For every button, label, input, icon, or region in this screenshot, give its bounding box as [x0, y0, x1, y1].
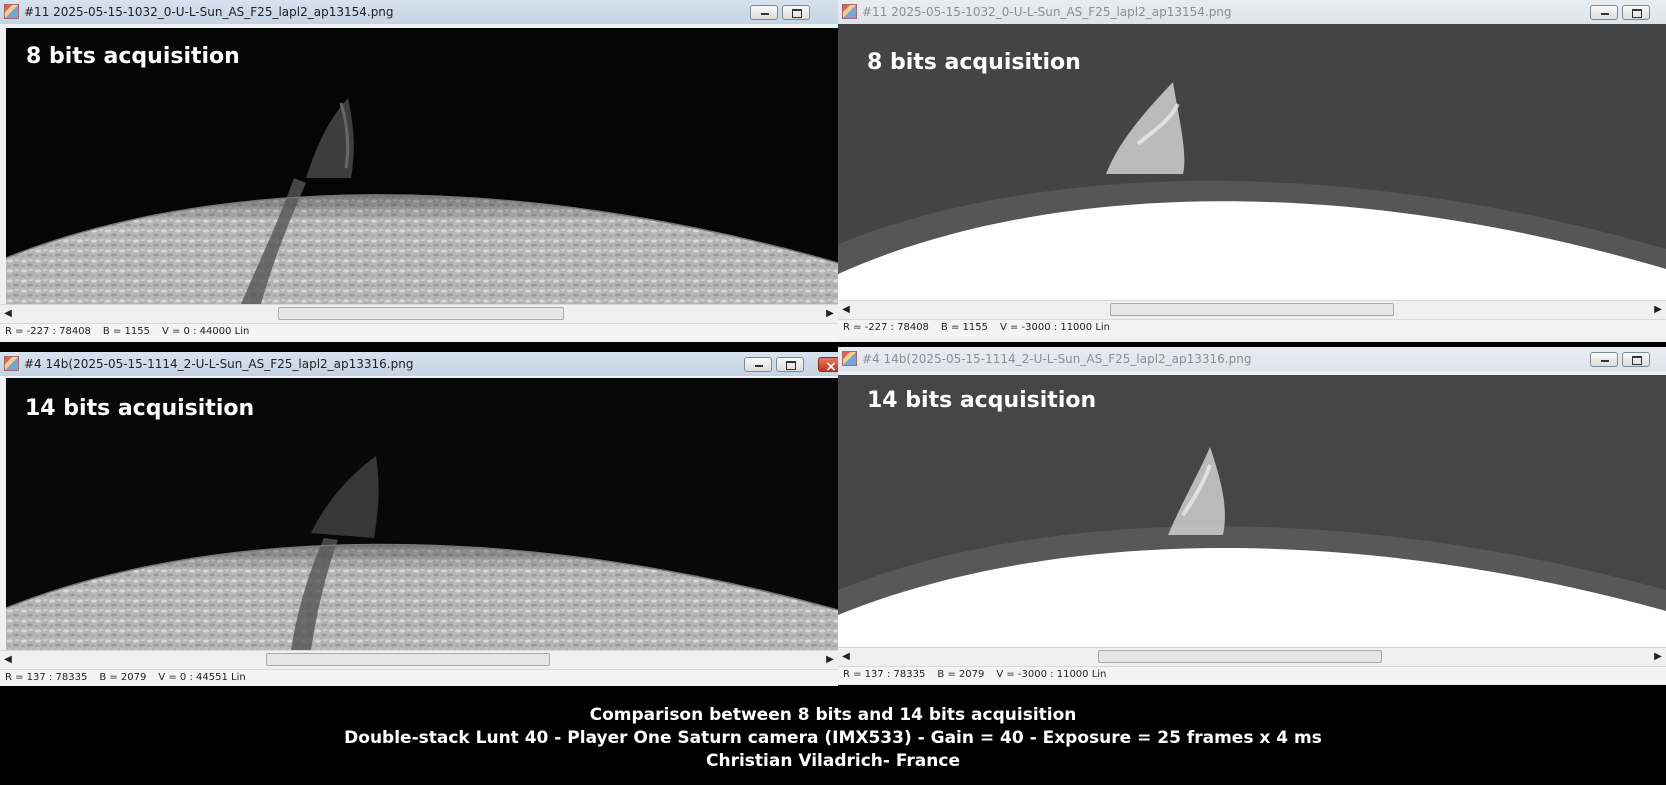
- image-window-top-left: #11 2025-05-15-1032_0-U-L-Sun_AS_F25_lap…: [0, 0, 838, 342]
- arrow-left-icon[interactable]: ◀: [838, 648, 854, 666]
- arrow-left-icon[interactable]: ◀: [0, 305, 16, 323]
- horizontal-scrollbar[interactable]: ◀ ▶: [838, 300, 1666, 319]
- acquisition-label: 8 bits acquisition: [26, 44, 240, 69]
- status-visualization: V = 0 : 44551 Lin: [158, 672, 246, 683]
- scroll-thumb[interactable]: [278, 307, 564, 320]
- status-background: B = 2079: [937, 669, 985, 680]
- image-window-icon: [4, 4, 19, 19]
- maximize-button[interactable]: [776, 357, 804, 372]
- status-range: R = -227 : 78408: [843, 322, 929, 333]
- status-bar: R = -227 : 78408 B = 1155 V = 0 : 44000 Li…: [0, 323, 838, 340]
- minimize-button[interactable]: [1590, 5, 1618, 20]
- scroll-thumb[interactable]: [266, 653, 550, 666]
- scroll-thumb[interactable]: [1098, 650, 1382, 663]
- window-titlebar[interactable]: #11 2025-05-15-1032_0-U-L-Sun_AS_F25_lap…: [0, 0, 838, 24]
- minimize-icon: [1591, 353, 1617, 366]
- caption-title: Comparison between 8 bits and 14 bits ac…: [589, 705, 1077, 725]
- status-background: B = 1155: [940, 322, 988, 333]
- image-window-icon: [4, 356, 19, 371]
- image-window-icon: [842, 4, 857, 19]
- acquisition-label: 14 bits acquisition: [25, 396, 255, 421]
- solar-image-14bit-stretched: 14 bits acquisition: [838, 375, 1666, 647]
- status-bar: R = -227 : 78408 B = 1155 V = -3000 : 1100…: [838, 319, 1666, 336]
- maximize-button[interactable]: [782, 5, 810, 20]
- image-window-top-right: #11 2025-05-15-1032_0-U-L-Sun_AS_F25_lap…: [838, 0, 1666, 342]
- maximize-button[interactable]: [1622, 5, 1650, 20]
- window-titlebar[interactable]: #11 2025-05-15-1032_0-U-L-Sun_AS_F25_lap…: [838, 0, 1666, 24]
- caption-author: Christian Viladrich- France: [706, 751, 960, 771]
- horizontal-scrollbar[interactable]: ◀ ▶: [838, 647, 1666, 666]
- solar-image-8bit: 8 bits acquisition: [6, 28, 838, 304]
- status-range: R = 137 : 78335: [5, 672, 88, 683]
- close-button[interactable]: [818, 355, 838, 379]
- status-visualization: V = -3000 : 11000 Lin: [999, 322, 1111, 333]
- arrow-right-icon[interactable]: ▶: [1650, 648, 1666, 666]
- minimize-button[interactable]: [750, 5, 778, 20]
- status-bar: R = 137 : 78335 B = 2079 V = 0 : 44551 Lin: [0, 669, 838, 686]
- image-window-bottom-right: #4 14b(2025-05-15-1114_2-U-L-Sun_AS_F25_…: [838, 347, 1666, 685]
- status-bar: R = 137 : 78335 B = 2079 V = -3000 : 11000…: [838, 666, 1666, 683]
- scroll-thumb[interactable]: [1110, 303, 1394, 316]
- status-visualization: V = -3000 : 11000 Lin: [996, 669, 1107, 680]
- minimize-icon: [1591, 6, 1617, 19]
- arrow-left-icon[interactable]: ◀: [838, 301, 854, 319]
- arrow-right-icon[interactable]: ▶: [822, 651, 838, 669]
- solar-image-14bit: 14 bits acquisition: [6, 378, 838, 650]
- minimize-button[interactable]: [1590, 352, 1618, 367]
- acquisition-label: 14 bits acquisition: [867, 388, 1097, 413]
- maximize-icon: [777, 358, 803, 371]
- minimize-icon: [751, 6, 777, 19]
- acquisition-label: 8 bits acquisition: [867, 50, 1081, 75]
- image-window-icon: [842, 351, 857, 366]
- status-range: R = 137 : 78335: [843, 669, 926, 680]
- solar-image-8bit-stretched: 8 bits acquisition: [838, 24, 1666, 300]
- window-title: #4 14b(2025-05-15-1114_2-U-L-Sun_AS_F25_…: [862, 352, 1252, 366]
- maximize-icon: [1623, 6, 1649, 19]
- close-icon: [819, 355, 838, 379]
- arrow-right-icon[interactable]: ▶: [1650, 301, 1666, 319]
- maximize-icon: [783, 6, 809, 19]
- horizontal-scrollbar[interactable]: ◀ ▶: [0, 304, 838, 323]
- window-titlebar[interactable]: #4 14b(2025-05-15-1114_2-U-L-Sun_AS_F25_…: [0, 352, 838, 379]
- window-title: #4 14b(2025-05-15-1114_2-U-L-Sun_AS_F25_…: [24, 357, 414, 371]
- image-window-bottom-left: #4 14b(2025-05-15-1114_2-U-L-Sun_AS_F25_…: [0, 352, 838, 686]
- window-titlebar[interactable]: #4 14b(2025-05-15-1114_2-U-L-Sun_AS_F25_…: [838, 347, 1666, 371]
- minimize-icon: [745, 358, 771, 371]
- window-title: #11 2025-05-15-1032_0-U-L-Sun_AS_F25_lap…: [862, 5, 1232, 19]
- horizontal-scrollbar[interactable]: ◀ ▶: [0, 650, 838, 669]
- status-range: R = -227 : 78408: [5, 326, 91, 337]
- status-background: B = 1155: [102, 326, 150, 337]
- caption-equipment: Double-stack Lunt 40 - Player One Saturn…: [344, 728, 1322, 748]
- prominence-image: [838, 375, 1666, 647]
- status-background: B = 2079: [99, 672, 147, 683]
- window-title: #11 2025-05-15-1032_0-U-L-Sun_AS_F25_lap…: [24, 5, 394, 19]
- prominence-image: [6, 28, 838, 304]
- arrow-left-icon[interactable]: ◀: [0, 651, 16, 669]
- comparison-caption: Comparison between 8 bits and 14 bits ac…: [0, 704, 1666, 773]
- maximize-icon: [1623, 353, 1649, 366]
- minimize-button[interactable]: [744, 357, 772, 372]
- arrow-right-icon[interactable]: ▶: [822, 305, 838, 323]
- maximize-button[interactable]: [1622, 352, 1650, 367]
- status-visualization: V = 0 : 44000 Lin: [161, 326, 250, 337]
